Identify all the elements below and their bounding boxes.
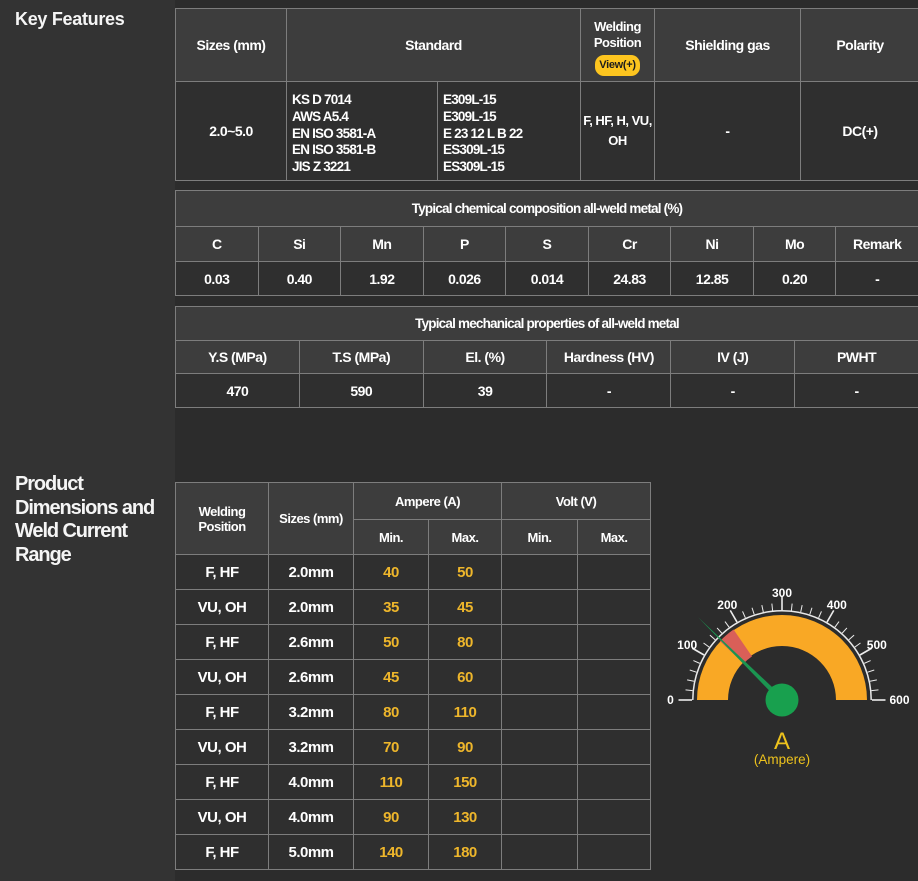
svg-text:A: A: [774, 728, 790, 755]
svg-text:400: 400: [827, 598, 847, 612]
svg-text:500: 500: [867, 638, 887, 652]
svg-text:600: 600: [889, 693, 909, 707]
svg-text:300: 300: [772, 586, 792, 600]
svg-text:200: 200: [717, 598, 737, 612]
svg-text:0: 0: [667, 693, 674, 707]
svg-text:(Ampere): (Ampere): [754, 752, 810, 767]
svg-text:100: 100: [677, 638, 697, 652]
